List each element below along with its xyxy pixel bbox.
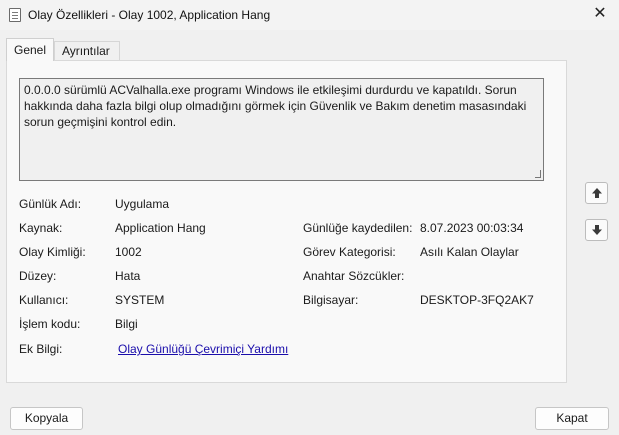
logged-label: Günlüğe kaydedilen: [303,221,413,235]
description-text: 0.0.0.0 sürümlü ACValhalla.exe programı … [24,83,527,129]
computer-value: DESKTOP-3FQ2AK7 [420,293,534,307]
arrow-down-icon [591,225,602,235]
close-button[interactable]: Kapat [535,407,609,430]
computer-label: Bilgisayar: [303,293,359,307]
tab-genel[interactable]: Genel [6,38,54,61]
event-id-value: 1002 [115,245,142,259]
resize-grip [535,170,541,178]
more-info-label: Ek Bilgi: [19,342,63,356]
log-name-label: Günlük Adı: [19,197,82,211]
task-category-value: Asılı Kalan Olaylar [420,245,519,259]
event-id-label: Olay Kimliği: [19,245,86,259]
copy-button[interactable]: Kopyala [10,407,83,430]
title-bar: Olay Özellikleri - Olay 1002, Applicatio… [0,0,619,30]
log-name-value: Uygulama [115,197,170,211]
level-value: Hata [115,269,141,283]
user-label: Kullanıcı: [19,293,69,307]
source-label: Kaynak: [19,221,63,235]
window-title: Olay Özellikleri - Olay 1002, Applicatio… [28,8,271,22]
opcode-label: İşlem kodu: [19,317,81,331]
event-properties-icon [9,8,21,22]
task-category-label: Görev Kategorisi: [303,245,396,259]
close-icon[interactable]: ✕ [591,5,609,23]
source-value: Application Hang [115,221,206,235]
logged-value: 8.07.2023 00:03:34 [420,221,524,235]
description-box[interactable]: 0.0.0.0 sürümlü ACValhalla.exe programı … [19,78,544,181]
level-label: Düzey: [19,269,57,283]
next-event-button[interactable] [585,219,608,241]
arrow-up-icon [591,188,602,198]
tab-ayrintilar[interactable]: Ayrıntılar [54,41,120,61]
opcode-value: Bilgi [115,317,138,331]
user-value: SYSTEM [115,293,165,307]
previous-event-button[interactable] [585,182,608,204]
online-help-link[interactable]: Olay Günlüğü Çevrimiçi Yardımı [118,342,288,356]
keywords-label: Anahtar Sözcükler: [303,269,405,283]
